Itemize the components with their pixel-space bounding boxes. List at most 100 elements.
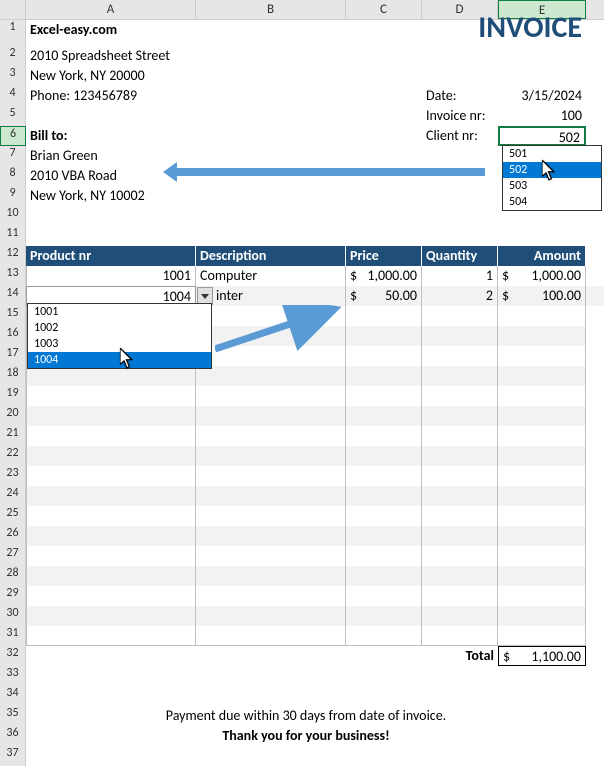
- table-cell[interactable]: [26, 626, 196, 646]
- table-cell[interactable]: [346, 366, 422, 386]
- row-header[interactable]: 22: [0, 446, 26, 466]
- row-header[interactable]: 32: [0, 646, 26, 666]
- th-quantity[interactable]: Quantity: [422, 246, 498, 266]
- table-cell[interactable]: [26, 406, 196, 426]
- client-nr-cell[interactable]: 502: [498, 126, 586, 146]
- date-label[interactable]: Date:: [422, 86, 498, 106]
- table-cell[interactable]: [26, 606, 196, 626]
- row-header[interactable]: 33: [0, 666, 26, 686]
- table-cell[interactable]: [26, 426, 196, 446]
- select-all[interactable]: [0, 0, 26, 19]
- col-header-c[interactable]: C: [346, 0, 422, 19]
- bill-to-label[interactable]: Bill to:: [26, 126, 196, 146]
- table-cell[interactable]: [196, 546, 346, 566]
- table-cell[interactable]: [346, 506, 422, 526]
- row-header[interactable]: 29: [0, 586, 26, 606]
- table-cell[interactable]: [498, 366, 586, 386]
- table-cell[interactable]: [346, 446, 422, 466]
- amount-cell[interactable]: $1,000.00: [498, 266, 586, 286]
- client-city[interactable]: New York, NY 10002: [26, 186, 196, 206]
- row-header[interactable]: 27: [0, 546, 26, 566]
- table-cell[interactable]: [196, 466, 346, 486]
- company-name[interactable]: Excel-easy.com: [26, 20, 196, 46]
- table-cell[interactable]: [26, 486, 196, 506]
- table-cell[interactable]: [346, 526, 422, 546]
- row-header[interactable]: 24: [0, 486, 26, 506]
- table-cell[interactable]: [498, 446, 586, 466]
- table-cell[interactable]: [346, 486, 422, 506]
- table-cell[interactable]: [346, 606, 422, 626]
- row-header[interactable]: 4: [0, 86, 26, 106]
- date-value[interactable]: 3/15/2024: [498, 86, 586, 106]
- table-cell[interactable]: [26, 366, 196, 386]
- row-header[interactable]: 16: [0, 326, 26, 346]
- table-cell[interactable]: [498, 406, 586, 426]
- row-header[interactable]: 10: [0, 206, 26, 226]
- table-cell[interactable]: [498, 546, 586, 566]
- product-nr-cell[interactable]: 1001: [26, 266, 196, 286]
- table-cell[interactable]: [196, 386, 346, 406]
- row-header[interactable]: 7: [0, 146, 26, 166]
- table-cell[interactable]: [196, 426, 346, 446]
- table-cell[interactable]: [26, 566, 196, 586]
- row-header[interactable]: 30: [0, 606, 26, 626]
- dropdown-option[interactable]: 504: [503, 194, 601, 210]
- table-cell[interactable]: [498, 566, 586, 586]
- table-cell[interactable]: [422, 566, 498, 586]
- table-cell[interactable]: [498, 326, 586, 346]
- row-header[interactable]: 26: [0, 526, 26, 546]
- table-cell[interactable]: [196, 446, 346, 466]
- th-description[interactable]: Description: [196, 246, 346, 266]
- table-cell[interactable]: [422, 606, 498, 626]
- invoice-nr-value[interactable]: 100: [498, 106, 586, 126]
- row-header[interactable]: 17: [0, 346, 26, 366]
- row-header[interactable]: 37: [0, 746, 26, 766]
- table-cell[interactable]: [196, 506, 346, 526]
- table-cell[interactable]: [196, 486, 346, 506]
- price-cell[interactable]: $50.00: [346, 286, 422, 306]
- dropdown-option[interactable]: 1002: [28, 320, 211, 336]
- row-header[interactable]: 5: [0, 106, 26, 126]
- row-header[interactable]: 21: [0, 426, 26, 446]
- table-cell[interactable]: [346, 406, 422, 426]
- table-cell[interactable]: [196, 566, 346, 586]
- row-header[interactable]: 23: [0, 466, 26, 486]
- table-cell[interactable]: [422, 426, 498, 446]
- table-cell[interactable]: [422, 626, 498, 646]
- row-header[interactable]: 15: [0, 306, 26, 326]
- row-header[interactable]: 11: [0, 226, 26, 246]
- table-cell[interactable]: [346, 346, 422, 366]
- th-amount[interactable]: Amount: [498, 246, 586, 266]
- table-cell[interactable]: [422, 386, 498, 406]
- row-header[interactable]: 3: [0, 66, 26, 86]
- table-cell[interactable]: [422, 306, 498, 326]
- row-header[interactable]: 1: [0, 20, 26, 46]
- table-cell[interactable]: [26, 446, 196, 466]
- company-city[interactable]: New York, NY 20000: [26, 66, 196, 86]
- table-cell[interactable]: [422, 546, 498, 566]
- table-cell[interactable]: [346, 626, 422, 646]
- table-cell[interactable]: [422, 446, 498, 466]
- table-cell[interactable]: [498, 486, 586, 506]
- row-header[interactable]: 18: [0, 366, 26, 386]
- table-cell[interactable]: [346, 386, 422, 406]
- table-cell[interactable]: [422, 366, 498, 386]
- table-cell[interactable]: [498, 606, 586, 626]
- row-header[interactable]: 9: [0, 186, 26, 206]
- row-header[interactable]: 12: [0, 246, 26, 266]
- table-cell[interactable]: [422, 406, 498, 426]
- row-header[interactable]: 19: [0, 386, 26, 406]
- table-cell[interactable]: [422, 506, 498, 526]
- table-cell[interactable]: [498, 506, 586, 526]
- table-cell[interactable]: [26, 386, 196, 406]
- col-header-a[interactable]: A: [26, 0, 196, 19]
- row-header[interactable]: 13: [0, 266, 26, 286]
- table-cell[interactable]: [196, 406, 346, 426]
- description-cell[interactable]: inter: [196, 286, 346, 306]
- table-cell[interactable]: [498, 626, 586, 646]
- company-street[interactable]: 2010 Spreadsheet Street: [26, 46, 196, 66]
- table-cell[interactable]: [26, 526, 196, 546]
- table-cell[interactable]: [422, 466, 498, 486]
- row-header[interactable]: 2: [0, 46, 26, 66]
- table-cell[interactable]: [196, 526, 346, 546]
